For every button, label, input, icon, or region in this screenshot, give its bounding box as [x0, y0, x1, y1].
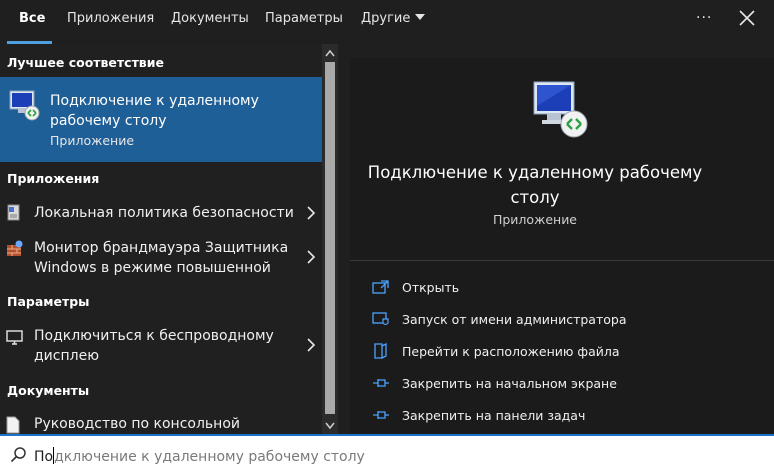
detail-pane: Подключение к удаленному рабочему столу … — [350, 58, 774, 434]
tab-all[interactable]: Все — [19, 0, 45, 44]
scroll-down-icon[interactable] — [325, 422, 335, 430]
action-label: Перейти к расположению файла — [402, 344, 620, 359]
remote-desktop-icon — [9, 90, 40, 121]
chevron-right-icon[interactable] — [306, 250, 316, 264]
shield-admin-icon — [372, 312, 389, 326]
chevron-right-icon[interactable] — [306, 206, 316, 220]
list-item[interactable]: Монитор брандмауэра Защитника Windows в … — [0, 232, 322, 282]
list-item-label: Локальная политика безопасности — [34, 205, 294, 221]
results-list: Лучшее соответствие Подключение к удален… — [0, 44, 322, 434]
folder-location-icon — [374, 343, 387, 359]
section-heading-documents: Документы — [7, 383, 90, 398]
pin-icon — [373, 379, 389, 387]
search-icon — [10, 447, 26, 463]
search-input[interactable] — [34, 444, 754, 468]
close-icon[interactable] — [737, 8, 757, 28]
best-match-subtitle: Приложение — [50, 133, 135, 148]
list-item-label: Монитор брандмауэра Защитника Windows в … — [34, 240, 289, 276]
results-scrollbar[interactable] — [322, 44, 338, 434]
tab-documents[interactable]: Документы — [171, 0, 249, 44]
list-item-label: Подключиться к беспроводному дисплею — [34, 328, 274, 364]
scroll-up-icon[interactable] — [325, 49, 335, 57]
action-label: Закрепить на панели задач — [402, 408, 586, 423]
best-match-title: Подключение к удаленному рабочему столу — [50, 93, 259, 129]
open-icon — [372, 280, 389, 294]
list-item[interactable]: Подключиться к беспроводному дисплею — [0, 320, 322, 370]
action-label: Открыть — [402, 280, 460, 295]
list-item-label: Руководство по консольной — [34, 416, 240, 432]
scrollbar-thumb[interactable] — [325, 62, 335, 414]
pin-icon — [373, 411, 389, 419]
action-label: Запуск от имени администратора — [402, 312, 627, 327]
list-item[interactable]: Руководство по консольной — [0, 408, 322, 434]
section-heading-best-match: Лучшее соответствие — [7, 55, 164, 70]
tab-apps[interactable]: Приложения — [67, 0, 154, 44]
tab-other-label: Другие — [361, 11, 411, 26]
section-heading-apps: Приложения — [7, 171, 100, 186]
search-bar: Подключение к удаленному рабочему столу — [0, 434, 774, 476]
monitor-icon — [6, 330, 23, 345]
best-match-item[interactable]: Подключение к удаленному рабочему столу … — [0, 77, 322, 162]
security-policy-icon — [7, 204, 20, 221]
action-label: Закрепить на начальном экране — [402, 376, 617, 391]
section-heading-settings: Параметры — [7, 294, 90, 309]
search-filter-bar: Все Приложения Документы Параметры Други… — [0, 0, 774, 44]
tab-settings[interactable]: Параметры — [265, 0, 343, 44]
document-icon — [6, 416, 20, 434]
divider — [350, 260, 774, 261]
firewall-icon — [7, 240, 23, 256]
list-item[interactable]: Локальная политика безопасности — [0, 196, 322, 230]
more-options-button[interactable]: ··· — [696, 10, 712, 26]
chevron-right-icon[interactable] — [306, 338, 316, 352]
chevron-down-icon — [415, 14, 426, 20]
detail-title: Подключение к удаленному рабочему столу — [367, 163, 703, 207]
remote-desktop-large-icon — [533, 81, 588, 138]
detail-subtitle: Приложение — [492, 212, 578, 227]
tab-other[interactable]: Другие — [361, 0, 426, 44]
